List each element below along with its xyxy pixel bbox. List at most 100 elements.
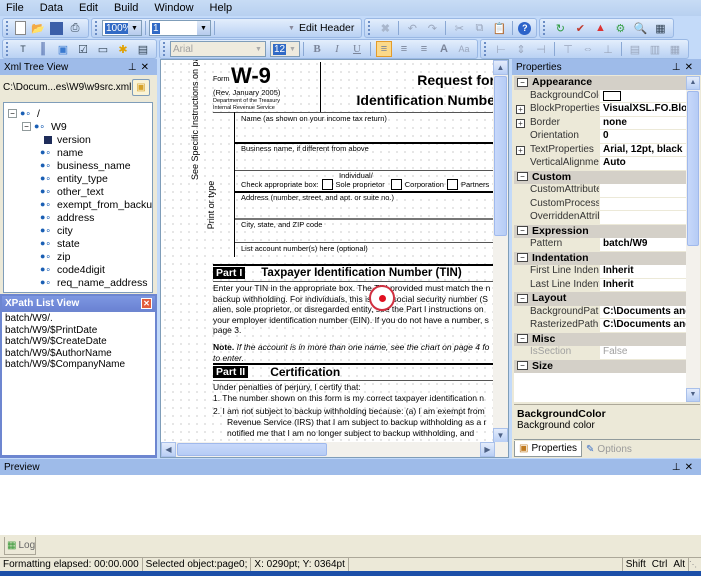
document-designer[interactable]: Form W-9 (Rev. January 2005) Department … [160, 59, 509, 458]
color-swatch[interactable] [603, 90, 621, 101]
tree-node-root[interactable]: − ●∘ / [8, 107, 40, 120]
resize-grip-icon[interactable]: ⋱ [689, 560, 701, 569]
chevron-down-icon[interactable]: ▼ [252, 42, 265, 56]
design-page[interactable]: Form W-9 (Rev. January 2005) Department … [161, 60, 495, 443]
collapse-icon[interactable]: − [517, 172, 528, 182]
paste-icon[interactable]: 📋 [491, 20, 507, 36]
chevron-down-icon[interactable]: ▼ [128, 21, 141, 35]
toolbar-grip[interactable] [6, 42, 9, 56]
property-row[interactable]: First Line Indent Inherit [514, 265, 686, 279]
cut-icon[interactable]: ✂ [451, 20, 467, 36]
xpath-item[interactable]: batch/W9/$CompanyName [5, 359, 152, 371]
menu-window[interactable]: Window [154, 2, 193, 14]
close-icon[interactable]: ✕ [141, 297, 152, 309]
insert-label-icon[interactable]: ▤ [135, 41, 151, 57]
open-folder-button[interactable]: ▣ [132, 79, 150, 96]
property-value[interactable]: Inherit [600, 279, 686, 292]
scroll-down-icon[interactable]: ▼ [686, 388, 700, 402]
property-value[interactable]: 0 [600, 130, 686, 143]
property-category[interactable]: − Appearance [514, 76, 686, 90]
scroll-thumb[interactable] [494, 76, 507, 236]
align-top-icon[interactable]: ⊤ [560, 41, 576, 57]
property-value[interactable]: C:\Documents and [600, 319, 686, 332]
side-instructions[interactable]: See Specific Instructions on page 2. [190, 60, 200, 300]
toolbar-grip[interactable] [163, 42, 166, 56]
part1-heading[interactable]: Part I Taxpayer Identification Number (T… [213, 267, 462, 279]
note-text[interactable]: Note. If the account is in more than one… [213, 342, 489, 363]
tree-node[interactable]: ●∘ exempt_from_backu [40, 198, 152, 211]
menu-data[interactable]: Data [40, 2, 63, 14]
tree-node[interactable]: ●∘ state [40, 237, 80, 250]
scroll-right-icon[interactable]: ▶ [480, 442, 495, 457]
expand-icon[interactable]: + [516, 118, 525, 128]
property-value[interactable]: batch/W9 [600, 238, 686, 251]
tree-node[interactable]: ●∘ code4digit [40, 263, 105, 276]
italic-button[interactable]: I [329, 41, 345, 57]
pin-icon[interactable]: ⊥ [672, 62, 685, 73]
undo-icon[interactable]: ↶ [404, 20, 420, 36]
part2-heading[interactable]: Part II Certification [213, 365, 340, 379]
menu-help[interactable]: Help [210, 2, 233, 14]
property-grid-scrollbar[interactable]: ▲ ▼ [686, 76, 700, 402]
name-field-label[interactable]: Name (as shown on your income tax return… [241, 114, 387, 123]
form-title-line2[interactable]: Identification Numbe [357, 92, 495, 108]
property-value[interactable] [600, 184, 686, 197]
insert-checkbox-icon[interactable]: ☑ [75, 41, 91, 57]
toolbar-grip[interactable] [6, 21, 9, 35]
individual-checkbox[interactable] [321, 179, 333, 190]
save-icon[interactable] [50, 21, 63, 35]
tree-node[interactable]: ●∘ address [40, 211, 94, 224]
partnership-checkbox[interactable] [446, 179, 458, 190]
document-horizontal-scrollbar[interactable]: ◀ ▶ [161, 442, 508, 457]
property-value[interactable] [600, 211, 686, 224]
font-size-combo[interactable]: 12 ▼ [270, 41, 300, 57]
font-color-icon[interactable]: A [436, 41, 452, 57]
zoom-combo[interactable]: 100% ▼ [102, 20, 142, 36]
tree-node[interactable]: version [40, 133, 91, 146]
form-number[interactable]: W-9 [231, 63, 271, 89]
build-gear-icon[interactable]: ⚙ [612, 20, 628, 36]
property-category[interactable]: − Indentation [514, 251, 686, 265]
tab-options[interactable]: ✎ Options [582, 441, 636, 457]
same-width-icon[interactable]: ▤ [627, 41, 643, 57]
collapse-icon[interactable]: − [517, 253, 528, 263]
close-icon[interactable]: ✕ [141, 62, 153, 73]
property-value[interactable]: Arial, 12pt, black [600, 144, 686, 157]
collapse-icon[interactable]: − [517, 293, 528, 303]
new-document-icon[interactable] [15, 21, 26, 35]
toolbar-grip[interactable] [543, 21, 546, 35]
expand-icon[interactable]: + [516, 105, 525, 114]
property-row[interactable]: OverriddenAttribu [514, 211, 686, 225]
scroll-up-icon[interactable]: ▲ [493, 60, 508, 75]
address-field-label[interactable]: Address (number, street, and apt. or sui… [241, 193, 394, 202]
collapse-icon[interactable]: − [517, 361, 528, 371]
property-row[interactable]: Pattern batch/W9 [514, 238, 686, 252]
align-left-icon[interactable]: ≡ [376, 41, 392, 57]
pin-icon[interactable]: ⊥ [128, 62, 141, 73]
insert-barcode-icon[interactable]: ║ [35, 41, 51, 57]
form-title-line1[interactable]: Request for [417, 72, 495, 88]
property-row[interactable]: + Border none [514, 116, 686, 130]
refresh-icon[interactable]: ↻ [552, 20, 568, 36]
property-row[interactable]: VerticalAlignment Auto [514, 157, 686, 171]
page-combo[interactable]: 1 ▼ [149, 20, 211, 36]
toolbar-grip[interactable] [368, 21, 371, 35]
pdf-icon[interactable]: ▲ [592, 20, 608, 36]
collapse-icon[interactable]: − [22, 122, 31, 131]
chevron-down-icon[interactable]: ▼ [286, 42, 299, 56]
delete-icon[interactable]: ✖ [377, 20, 393, 36]
check-document-icon[interactable]: ✔ [572, 20, 588, 36]
property-category[interactable]: − Misc [514, 332, 686, 346]
align-bottom-icon[interactable]: ⊥ [600, 41, 616, 57]
business-name-label[interactable]: Business name, if different from above [241, 144, 369, 153]
xpath-item[interactable]: batch/W9/$PrintDate [5, 325, 152, 337]
scroll-down-icon[interactable]: ▼ [493, 428, 508, 443]
tree-node[interactable]: ●∘ other_text [40, 185, 104, 198]
tree-node[interactable]: ●∘ zip [40, 250, 70, 263]
align-middle-icon[interactable]: ⇔ [580, 41, 596, 57]
menu-build[interactable]: Build [114, 2, 138, 14]
align-objects-left-icon[interactable]: ⊢ [493, 41, 509, 57]
menu-file[interactable]: File [6, 2, 24, 14]
copy-icon[interactable]: ⧉ [471, 20, 487, 36]
part1-body[interactable]: Enter your TIN in the appropriate box. T… [213, 283, 490, 336]
